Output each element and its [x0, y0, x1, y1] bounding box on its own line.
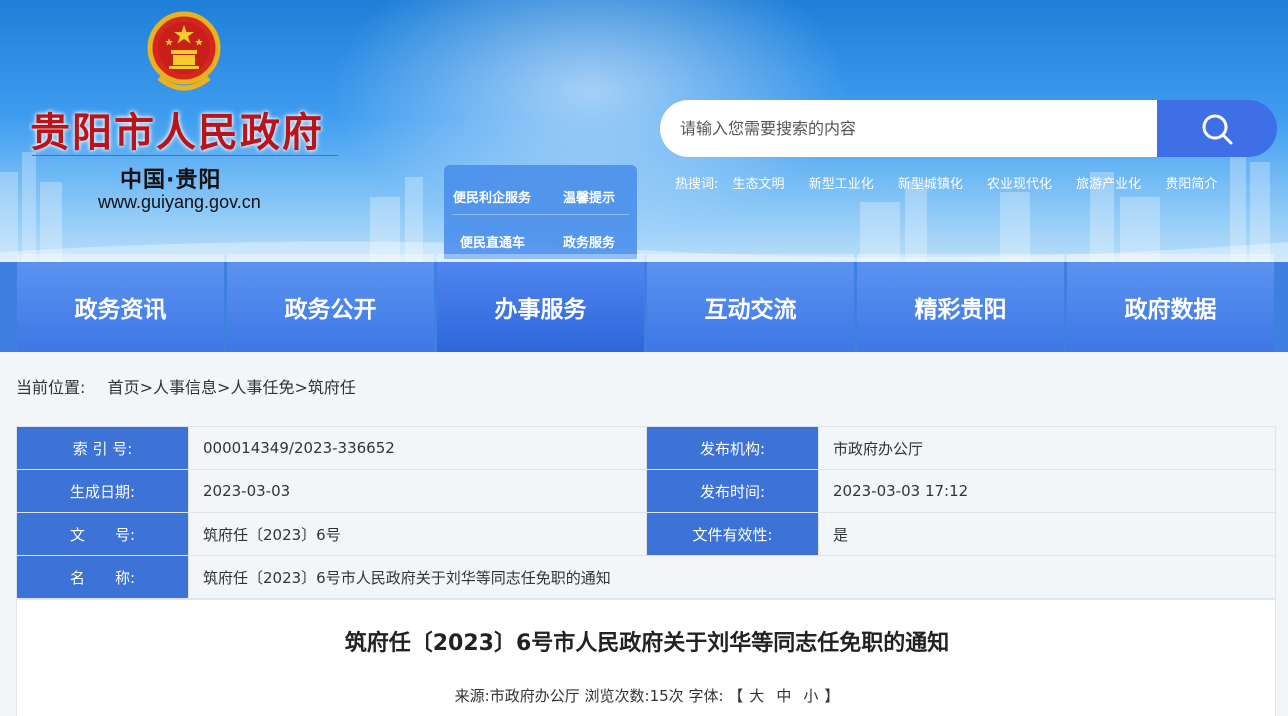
- header-banner: 贵阳市人民政府 中国·贵阳 www.guiyang.gov.cn 便民利企服务 …: [0, 0, 1288, 262]
- search-button[interactable]: [1157, 100, 1277, 157]
- table-row: 文 号: 筑府任〔2023〕6号 文件有效性: 是: [16, 512, 1276, 556]
- nav-item-label: 精彩贵阳: [914, 297, 1007, 323]
- nav-item-label: 互动交流: [704, 297, 797, 323]
- created-date-label: 生成日期:: [16, 469, 189, 513]
- doc-name-value: 筑府任〔2023〕6号市人民政府关于刘华等同志任免职的通知: [188, 555, 1276, 599]
- nav-tab-cap: [227, 254, 434, 262]
- validity-value: 是: [818, 512, 1276, 556]
- hot-word-link[interactable]: 新型工业化: [809, 177, 874, 192]
- nav-item-interaction[interactable]: 互动交流: [647, 254, 854, 352]
- font-size-small[interactable]: 小: [803, 687, 818, 705]
- breadcrumb-appointments[interactable]: 人事任免: [230, 378, 294, 397]
- nav-item-gov-data[interactable]: 政府数据: [1067, 254, 1274, 352]
- hot-words-label: 热搜词:: [675, 177, 719, 192]
- nav-tab-cap: [647, 254, 854, 262]
- national-emblem-icon: [147, 11, 221, 91]
- breadcrumb-label: 当前位置:: [16, 378, 86, 397]
- nav-item-label: 政务资讯: [74, 297, 167, 323]
- article-panel: 筑府任〔2023〕6号市人民政府关于刘华等同志任免职的通知 来源:市政府办公厅 …: [16, 599, 1276, 716]
- breadcrumb-separator: >: [217, 378, 231, 397]
- breadcrumb: 当前位置: 首页>人事信息>人事任免>筑府任: [16, 374, 356, 398]
- nav-tab-cap: [1067, 254, 1274, 262]
- index-number-label: 索 引 号:: [16, 426, 189, 470]
- article-meta: 来源:市政府办公厅 浏览次数:15次 字体: 【大中小】: [17, 685, 1277, 706]
- breadcrumb-separator: >: [139, 378, 154, 397]
- document-info-table: 索 引 号: 000014349/2023-336652 发布机构: 市政府办公…: [16, 426, 1276, 599]
- site-url[interactable]: www.guiyang.gov.cn: [98, 192, 261, 213]
- doc-number-value: 筑府任〔2023〕6号: [188, 512, 647, 556]
- breadcrumb-home[interactable]: 首页: [108, 378, 140, 397]
- nav-tab-cap: [437, 254, 644, 262]
- doc-name-label: 名 称:: [16, 555, 189, 599]
- publish-time-value: 2023-03-03 17:12: [818, 469, 1276, 513]
- publisher-label: 发布机构:: [646, 426, 819, 470]
- breadcrumb-separator: >: [294, 378, 308, 397]
- article-title: 筑府任〔2023〕6号市人民政府关于刘华等同志任免职的通知: [344, 631, 950, 656]
- main-nav: 政务资讯 政务公开 办事服务 互动交流 精彩贵阳 政府数据: [0, 254, 1288, 352]
- nav-item-label: 政务公开: [284, 297, 377, 323]
- table-row: 索 引 号: 000014349/2023-336652 发布机构: 市政府办公…: [16, 426, 1276, 470]
- quick-link-tips[interactable]: 温馨提示: [563, 187, 615, 206]
- site-subtitle: 中国·贵阳: [120, 168, 222, 193]
- nav-tab-cap: [17, 254, 224, 262]
- quick-link-gov-service[interactable]: 政务服务: [563, 232, 615, 251]
- hot-words-bar: 热搜词: 生态文明 新型工业化 新型城镇化 农业现代化 旅游产业化 贵阳简介: [675, 173, 1237, 192]
- source-label: 来源:: [454, 687, 490, 705]
- font-size-large[interactable]: 大: [749, 687, 764, 705]
- breadcrumb-personnel-info[interactable]: 人事信息: [153, 378, 217, 397]
- nav-item-services[interactable]: 办事服务: [437, 254, 644, 352]
- hot-word-link[interactable]: 旅游产业化: [1076, 177, 1141, 192]
- title-divider: [32, 155, 338, 156]
- created-date-value: 2023-03-03: [188, 469, 647, 513]
- hot-word-link[interactable]: 农业现代化: [987, 177, 1052, 192]
- font-size-label: 字体:: [688, 687, 724, 705]
- site-title: 贵阳市人民政府: [30, 109, 324, 156]
- quick-panel-divider: [452, 214, 629, 215]
- nav-tab-cap: [857, 254, 1064, 262]
- search-icon: [1202, 114, 1233, 144]
- index-number-value: 000014349/2023-336652: [188, 426, 647, 470]
- publisher-value: 市政府办公厅: [818, 426, 1276, 470]
- views-label: 浏览次数:: [584, 687, 650, 705]
- quick-link-business-service[interactable]: 便民利企服务: [453, 187, 531, 206]
- quick-link-direct-bus[interactable]: 便民直通车: [460, 232, 525, 251]
- nav-item-wonderful-guiyang[interactable]: 精彩贵阳: [857, 254, 1064, 352]
- font-bracket-close: 】: [824, 687, 840, 705]
- nav-item-gov-news[interactable]: 政务资讯: [17, 254, 224, 352]
- font-bracket-open: 【: [728, 687, 744, 705]
- hot-word-link[interactable]: 新型城镇化: [898, 177, 963, 192]
- nav-item-gov-openness[interactable]: 政务公开: [227, 254, 434, 352]
- quick-links-panel: 便民利企服务 温馨提示 便民直通车 政务服务: [444, 165, 637, 259]
- breadcrumb-current[interactable]: 筑府任: [308, 378, 356, 397]
- search-input[interactable]: [680, 100, 1150, 157]
- nav-item-label: 办事服务: [494, 297, 587, 323]
- hot-word-link[interactable]: 贵阳简介: [1165, 177, 1217, 192]
- doc-number-label: 文 号:: [16, 512, 189, 556]
- source-value: 市政府办公厅: [489, 687, 580, 705]
- nav-item-label: 政府数据: [1124, 297, 1217, 323]
- hot-word-link[interactable]: 生态文明: [733, 177, 785, 192]
- validity-label: 文件有效性:: [646, 512, 819, 556]
- table-row: 名 称: 筑府任〔2023〕6号市人民政府关于刘华等同志任免职的通知: [16, 555, 1276, 599]
- search-box: [660, 100, 1160, 157]
- table-row: 生成日期: 2023-03-03 发布时间: 2023-03-03 17:12: [16, 469, 1276, 513]
- views-value: 15次: [649, 687, 684, 705]
- font-size-medium[interactable]: 中: [776, 687, 791, 705]
- publish-time-label: 发布时间:: [646, 469, 819, 513]
